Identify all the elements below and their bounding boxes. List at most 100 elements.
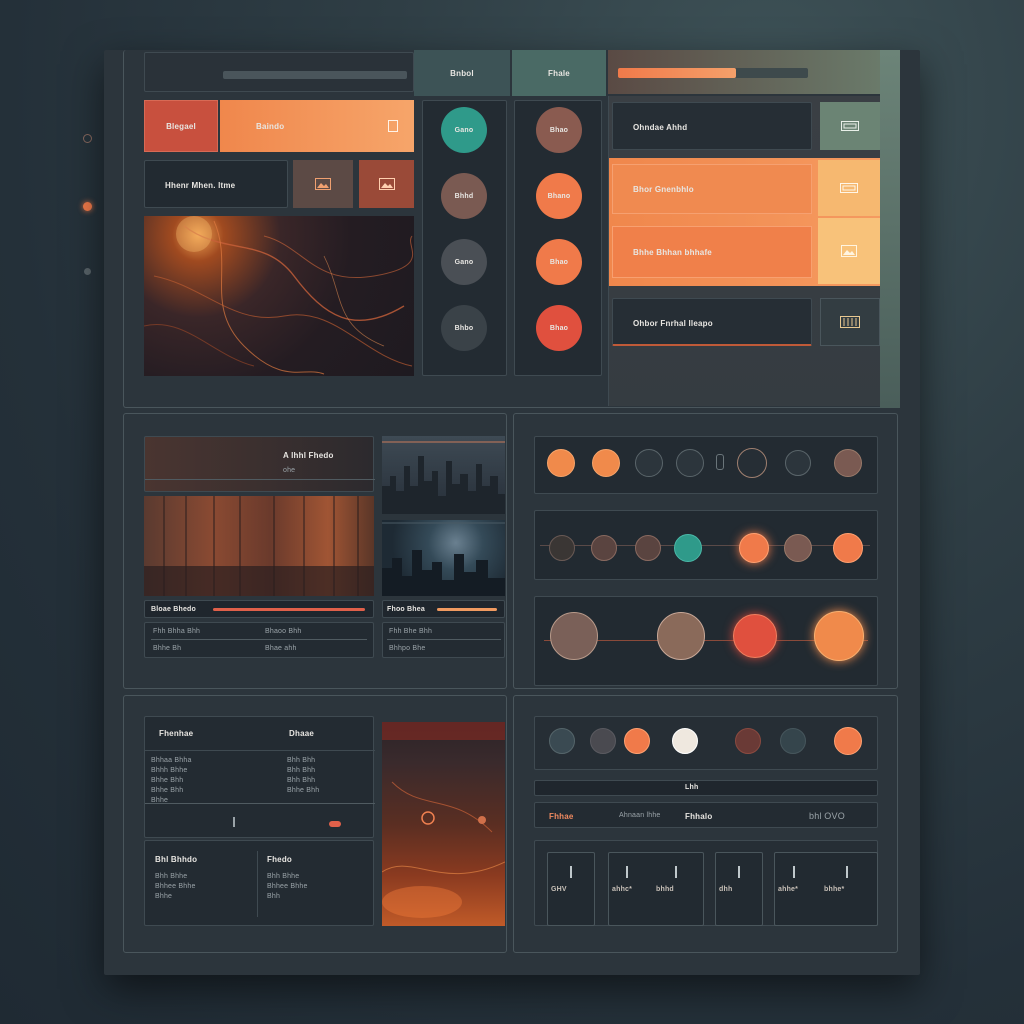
right-row-1[interactable]: Ohndae Ahhd	[612, 102, 812, 150]
tab-bnbol[interactable]: Bnbol	[414, 50, 510, 96]
media-header[interactable]: A lhhl Fhedo ohe	[144, 436, 375, 492]
forest-illustration	[144, 496, 374, 596]
dial-1[interactable]	[550, 612, 598, 660]
strip1-btn-3[interactable]	[635, 449, 663, 477]
strip1-btn-7[interactable]	[834, 449, 862, 477]
dial-2[interactable]	[657, 612, 705, 660]
media-meta-3: Bhhe Bh	[153, 645, 182, 652]
right-row-1-label: Ohndae Ahhd	[633, 123, 688, 132]
ctrl-btn-7[interactable]	[834, 727, 862, 755]
tile-marker-icon	[675, 866, 677, 878]
ctrl-btn-5[interactable]	[735, 728, 761, 754]
media-image-forest[interactable]	[144, 496, 374, 596]
media-header-title: A lhhl Fhedo	[283, 451, 334, 460]
knob-label: Bhano	[547, 192, 571, 200]
right-row-4[interactable]: Ohbor Fnrhal lleapo	[612, 298, 812, 346]
knob-1-4[interactable]: Bhbo	[441, 305, 487, 351]
tile-label: ahhc*	[612, 886, 633, 893]
knob-1-1[interactable]: Gano	[441, 107, 487, 153]
strip1-btn-1[interactable]	[547, 449, 575, 477]
info-row-icons: bhl OVO	[809, 811, 845, 821]
right-row-3[interactable]: Bhhe Bhhan bhhafe	[612, 226, 812, 278]
table-header: Fhenhae Dhaae	[145, 717, 375, 751]
strip1-slider-handle[interactable]	[716, 454, 724, 470]
table-row-left: Bhhh Bhhe	[151, 767, 188, 774]
media-caption-2[interactable]: Fhoo Bhea	[382, 600, 505, 618]
knob-2-1[interactable]: Bhao	[536, 107, 582, 153]
orange-bar-label: Baindo	[256, 122, 285, 131]
table-pin-icon	[233, 817, 235, 827]
table-action-icon[interactable]	[329, 821, 341, 827]
strip2-btn-1[interactable]	[549, 535, 575, 561]
orange-bar[interactable]: Baindo	[220, 100, 414, 152]
knob-1-3[interactable]: Gano	[441, 239, 487, 285]
media-caption-1-label: Bloae Bhedo	[151, 606, 196, 613]
ctrl-btn-1[interactable]	[549, 728, 575, 754]
strip1-btn-2[interactable]	[592, 449, 620, 477]
strip2-track	[540, 545, 870, 546]
knob-2-4[interactable]: Bhao	[536, 305, 582, 351]
table-divider	[145, 803, 375, 804]
ctrl-btn-4[interactable]	[672, 728, 698, 754]
right-row-3-button[interactable]	[818, 218, 880, 284]
knob-label: Bhhd	[454, 192, 474, 200]
sub-divider	[257, 851, 258, 917]
image-button-1[interactable]	[293, 160, 353, 208]
label-bar-text: Lhh	[685, 784, 699, 791]
tile-marker-icon	[626, 866, 628, 878]
right-row-1-button[interactable]	[820, 102, 880, 150]
search-input-line[interactable]	[223, 71, 407, 79]
strip2-btn-4[interactable]	[674, 534, 702, 562]
ctrl-btn-6[interactable]	[780, 728, 806, 754]
info-row-left: Fhhae	[549, 812, 574, 821]
info-row[interactable]: Fhhae Ahnaan lhhe Fhhalo bhl OVO	[534, 802, 878, 828]
right-row-2[interactable]: Bhor Gnenbhlo	[612, 164, 812, 214]
red-chip[interactable]: Blegael	[144, 100, 218, 152]
table-title-left: Fhenhae	[159, 729, 194, 738]
night-illustration	[382, 522, 505, 596]
strip2-btn-7[interactable]	[833, 533, 863, 563]
dark-row[interactable]: Hhenr Mhen. ltme	[144, 160, 288, 208]
tile-label: GHV	[551, 886, 567, 893]
label-bar: Lhh	[534, 780, 878, 796]
image-button-2[interactable]	[359, 160, 414, 208]
strip2-btn-2[interactable]	[591, 535, 617, 561]
image-icon	[378, 178, 395, 190]
ctrl-btn-3[interactable]	[624, 728, 650, 754]
strip2-btn-6[interactable]	[784, 534, 812, 562]
doc-icon	[388, 120, 398, 132]
side-dot-2[interactable]	[83, 202, 92, 211]
media-thumb-city[interactable]	[382, 436, 505, 514]
side-dot-3[interactable]	[84, 268, 91, 275]
media-thumb-night[interactable]	[382, 520, 505, 596]
strip1-btn-4[interactable]	[676, 449, 704, 477]
strip1-btn-5[interactable]	[737, 448, 767, 478]
media-meta-5: Fhh Bhe Bhh	[389, 628, 433, 635]
info-row-right: Fhhalo	[685, 812, 713, 821]
right-row-2-button[interactable]	[818, 160, 880, 216]
right-row-4-button[interactable]	[820, 298, 880, 346]
top-right-edge	[880, 50, 900, 408]
knob-1-2[interactable]: Bhhd	[441, 173, 487, 219]
strip2-btn-5[interactable]	[739, 533, 769, 563]
top-search-bar[interactable]	[144, 52, 414, 92]
media-meta-line	[151, 639, 367, 640]
bottom-control-strip	[534, 716, 878, 770]
poster-image[interactable]	[382, 722, 505, 926]
table-row-right: Bhh Bhh	[287, 777, 316, 784]
strip2-btn-3[interactable]	[635, 535, 661, 561]
hero-image[interactable]	[144, 216, 414, 376]
control-strip-1	[534, 436, 878, 494]
dial-3[interactable]	[733, 614, 777, 658]
knob-2-3[interactable]: Bhao	[536, 239, 582, 285]
city-illustration	[382, 441, 505, 514]
knob-2-2[interactable]: Bhano	[536, 173, 582, 219]
side-dot-1[interactable]	[83, 134, 92, 143]
strip1-btn-6[interactable]	[785, 450, 811, 476]
sub-row-left: Bhhe	[155, 893, 173, 900]
tab-fhale[interactable]: Fhale	[512, 50, 606, 96]
knob-label: Bhao	[549, 324, 569, 332]
dial-4[interactable]	[814, 611, 864, 661]
ctrl-btn-2[interactable]	[590, 728, 616, 754]
media-caption-1[interactable]: Bloae Bhedo	[144, 600, 374, 618]
